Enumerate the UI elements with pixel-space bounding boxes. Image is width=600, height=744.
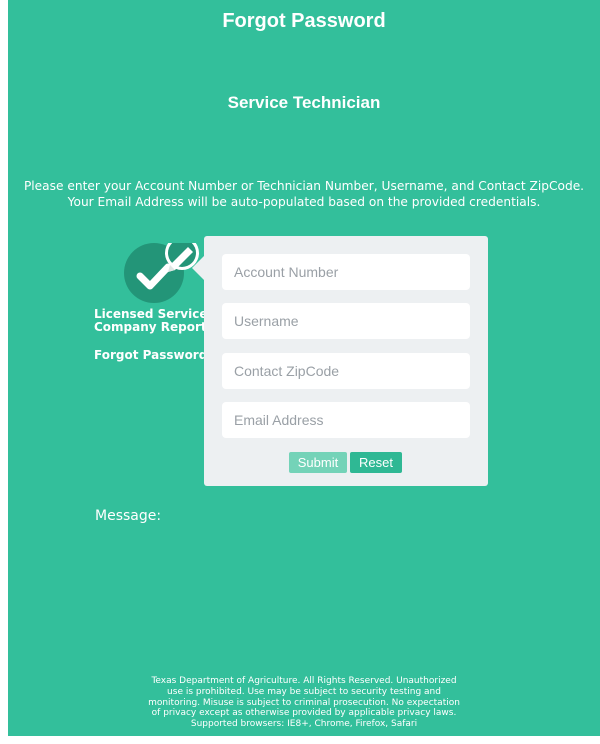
footer-line-2: use is prohibited. Use may be subject to…	[167, 686, 441, 697]
footer-line-3: monitoring. Misuse is subject to crimina…	[148, 697, 460, 708]
account-number-input[interactable]	[222, 254, 470, 290]
instructions-line-1: Please enter your Account Number or Tech…	[23, 179, 585, 193]
licensed-service-company-report-link[interactable]: Licensed Service Company Report	[94, 308, 208, 334]
submit-button[interactable]: Submit	[289, 452, 347, 473]
username-input[interactable]	[222, 303, 470, 339]
footer-line-5: Supported browsers: IE8+, Chrome, Firefo…	[190, 719, 418, 730]
instructions: Please enter your Account Number or Tech…	[8, 178, 600, 210]
footer-line-4: of privacy except as otherwise provided …	[151, 708, 457, 719]
forgot-password-link[interactable]: Forgot Password	[94, 349, 207, 362]
footer: Texas Department of Agriculture. All Rig…	[8, 676, 600, 730]
check-edit-icon	[124, 243, 199, 303]
instructions-line-2: Your Email Address will be auto-populate…	[67, 195, 541, 209]
page-subtitle: Service Technician	[227, 93, 381, 112]
card-pointer	[192, 256, 204, 280]
email-address-input[interactable]	[222, 402, 470, 438]
zipcode-input[interactable]	[222, 353, 470, 389]
report-label-line-2: Company Report	[94, 320, 207, 334]
forgot-password-form: Submit Reset	[204, 236, 488, 486]
message-label: Message:	[95, 508, 162, 524]
reset-button[interactable]: Reset	[350, 452, 402, 473]
footer-line-1: Texas Department of Agriculture. All Rig…	[151, 676, 457, 686]
page-title: Forgot Password	[222, 10, 386, 32]
page-background: Forgot Password Service Technician Pleas…	[8, 0, 600, 736]
